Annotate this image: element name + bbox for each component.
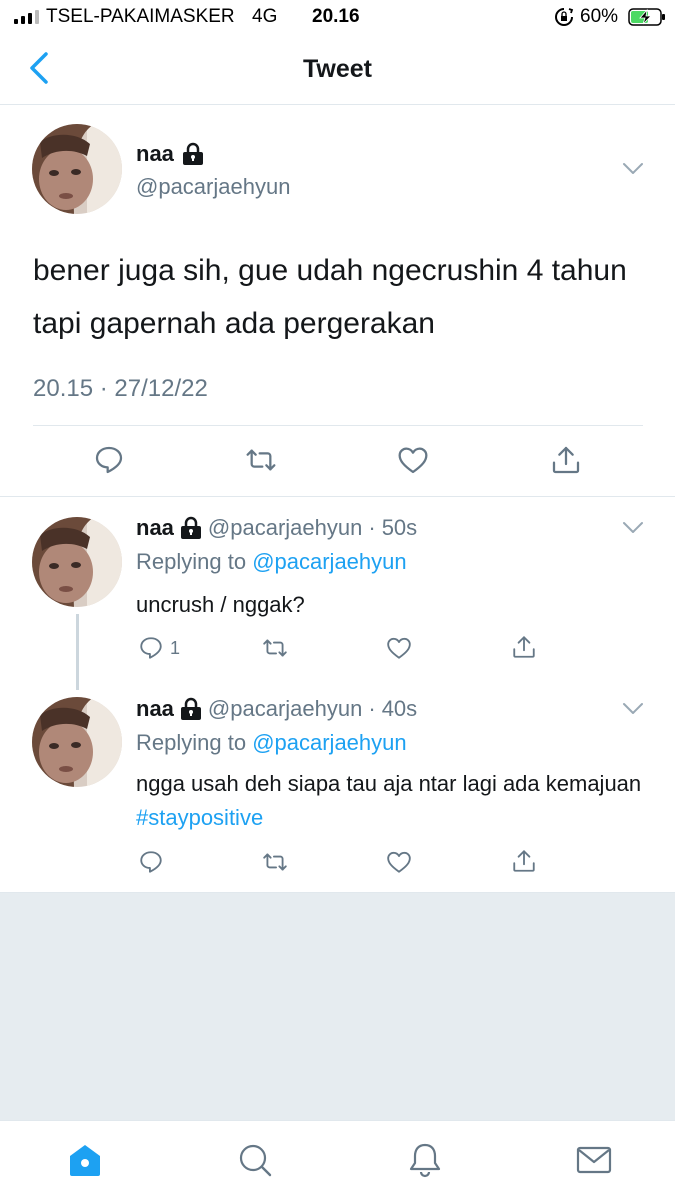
like-heart-icon[interactable] (386, 635, 412, 661)
tweet-actions (0, 444, 675, 478)
chevron-down-icon[interactable] (622, 521, 644, 535)
tweet-text: bener juga sih, gue udah ngecrushin 4 ta… (33, 254, 627, 340)
signal-strength-icon (14, 10, 39, 24)
replying-to: Replying to @pacarjaehyun (136, 549, 407, 575)
empty-background-area (0, 892, 675, 1120)
separator-dot: · (368, 696, 376, 721)
battery-percent: 60% (580, 6, 619, 27)
share-icon[interactable] (511, 848, 537, 874)
battery-charging-icon (628, 8, 665, 26)
author-handle: @pacarjaehyun (207, 515, 363, 540)
like-heart-icon[interactable] (386, 849, 412, 875)
author-handle: @pacarjaehyun (207, 696, 363, 721)
mention-link[interactable]: @pacarjaehyun (252, 730, 406, 755)
navigation-header: Tweet (0, 36, 675, 105)
replying-prefix: Replying to (136, 549, 253, 574)
section-divider (0, 496, 675, 497)
reply-icon[interactable] (93, 444, 125, 476)
reply-icon[interactable] (138, 635, 164, 661)
reply-header[interactable]: naa @pacarjaehyun · 50s (136, 515, 417, 541)
status-bar: TSEL-PAKAIMASKER 4G 20.16 60% (0, 0, 675, 36)
reply-text-body: ngga usah deh siapa tau aja ntar lagi ad… (136, 771, 642, 796)
reply-age: 40s (381, 696, 418, 721)
share-icon[interactable] (550, 444, 582, 476)
notifications-bell-icon[interactable] (406, 1141, 444, 1179)
rotation-lock-icon (555, 8, 574, 26)
separator-dot: · (368, 515, 376, 540)
chevron-down-icon[interactable] (622, 162, 644, 176)
status-time: 20.16 (312, 6, 360, 27)
home-icon[interactable] (66, 1141, 104, 1179)
messages-envelope-icon[interactable] (575, 1141, 613, 1179)
carrier-name: TSEL-PAKAIMASKER (46, 6, 235, 27)
reply-text: uncrush / nggak? (136, 592, 305, 617)
tweet-timestamp: 20.15 · 27/12/22 (33, 375, 208, 402)
like-heart-icon[interactable] (397, 444, 429, 476)
replying-to: Replying to @pacarjaehyun (136, 730, 407, 756)
author-name-text: naa (136, 515, 174, 540)
tweet-author-handle[interactable]: @pacarjaehyun (136, 174, 290, 200)
reply-icon[interactable] (138, 849, 164, 875)
network-type: 4G (252, 6, 278, 27)
bottom-tab-bar (0, 1120, 675, 1200)
reply-count: 1 (170, 638, 181, 658)
reply-text: ngga usah deh siapa tau aja ntar lagi ad… (136, 767, 646, 835)
search-icon[interactable] (236, 1141, 274, 1179)
share-icon[interactable] (511, 634, 537, 660)
avatar[interactable] (32, 697, 122, 787)
lock-icon (180, 516, 201, 539)
hashtag-link[interactable]: #staypositive (136, 805, 263, 830)
avatar[interactable] (32, 517, 122, 607)
reply-age: 50s (381, 515, 418, 540)
divider (33, 425, 643, 426)
author-name-text: naa (136, 141, 174, 166)
tweet-author-name[interactable]: naa (136, 141, 204, 167)
thread-connector-line (76, 614, 79, 690)
retweet-icon[interactable] (262, 849, 288, 875)
avatar[interactable] (32, 124, 122, 214)
reply-header[interactable]: naa @pacarjaehyun · 40s (136, 696, 417, 722)
lock-icon (180, 697, 201, 720)
author-name-text: naa (136, 696, 174, 721)
page-title: Tweet (303, 55, 372, 83)
retweet-icon[interactable] (245, 444, 277, 476)
retweet-icon[interactable] (262, 635, 288, 661)
replying-prefix: Replying to (136, 730, 253, 755)
chevron-down-icon[interactable] (622, 702, 644, 716)
lock-icon (182, 142, 203, 165)
mention-link[interactable]: @pacarjaehyun (252, 549, 406, 574)
